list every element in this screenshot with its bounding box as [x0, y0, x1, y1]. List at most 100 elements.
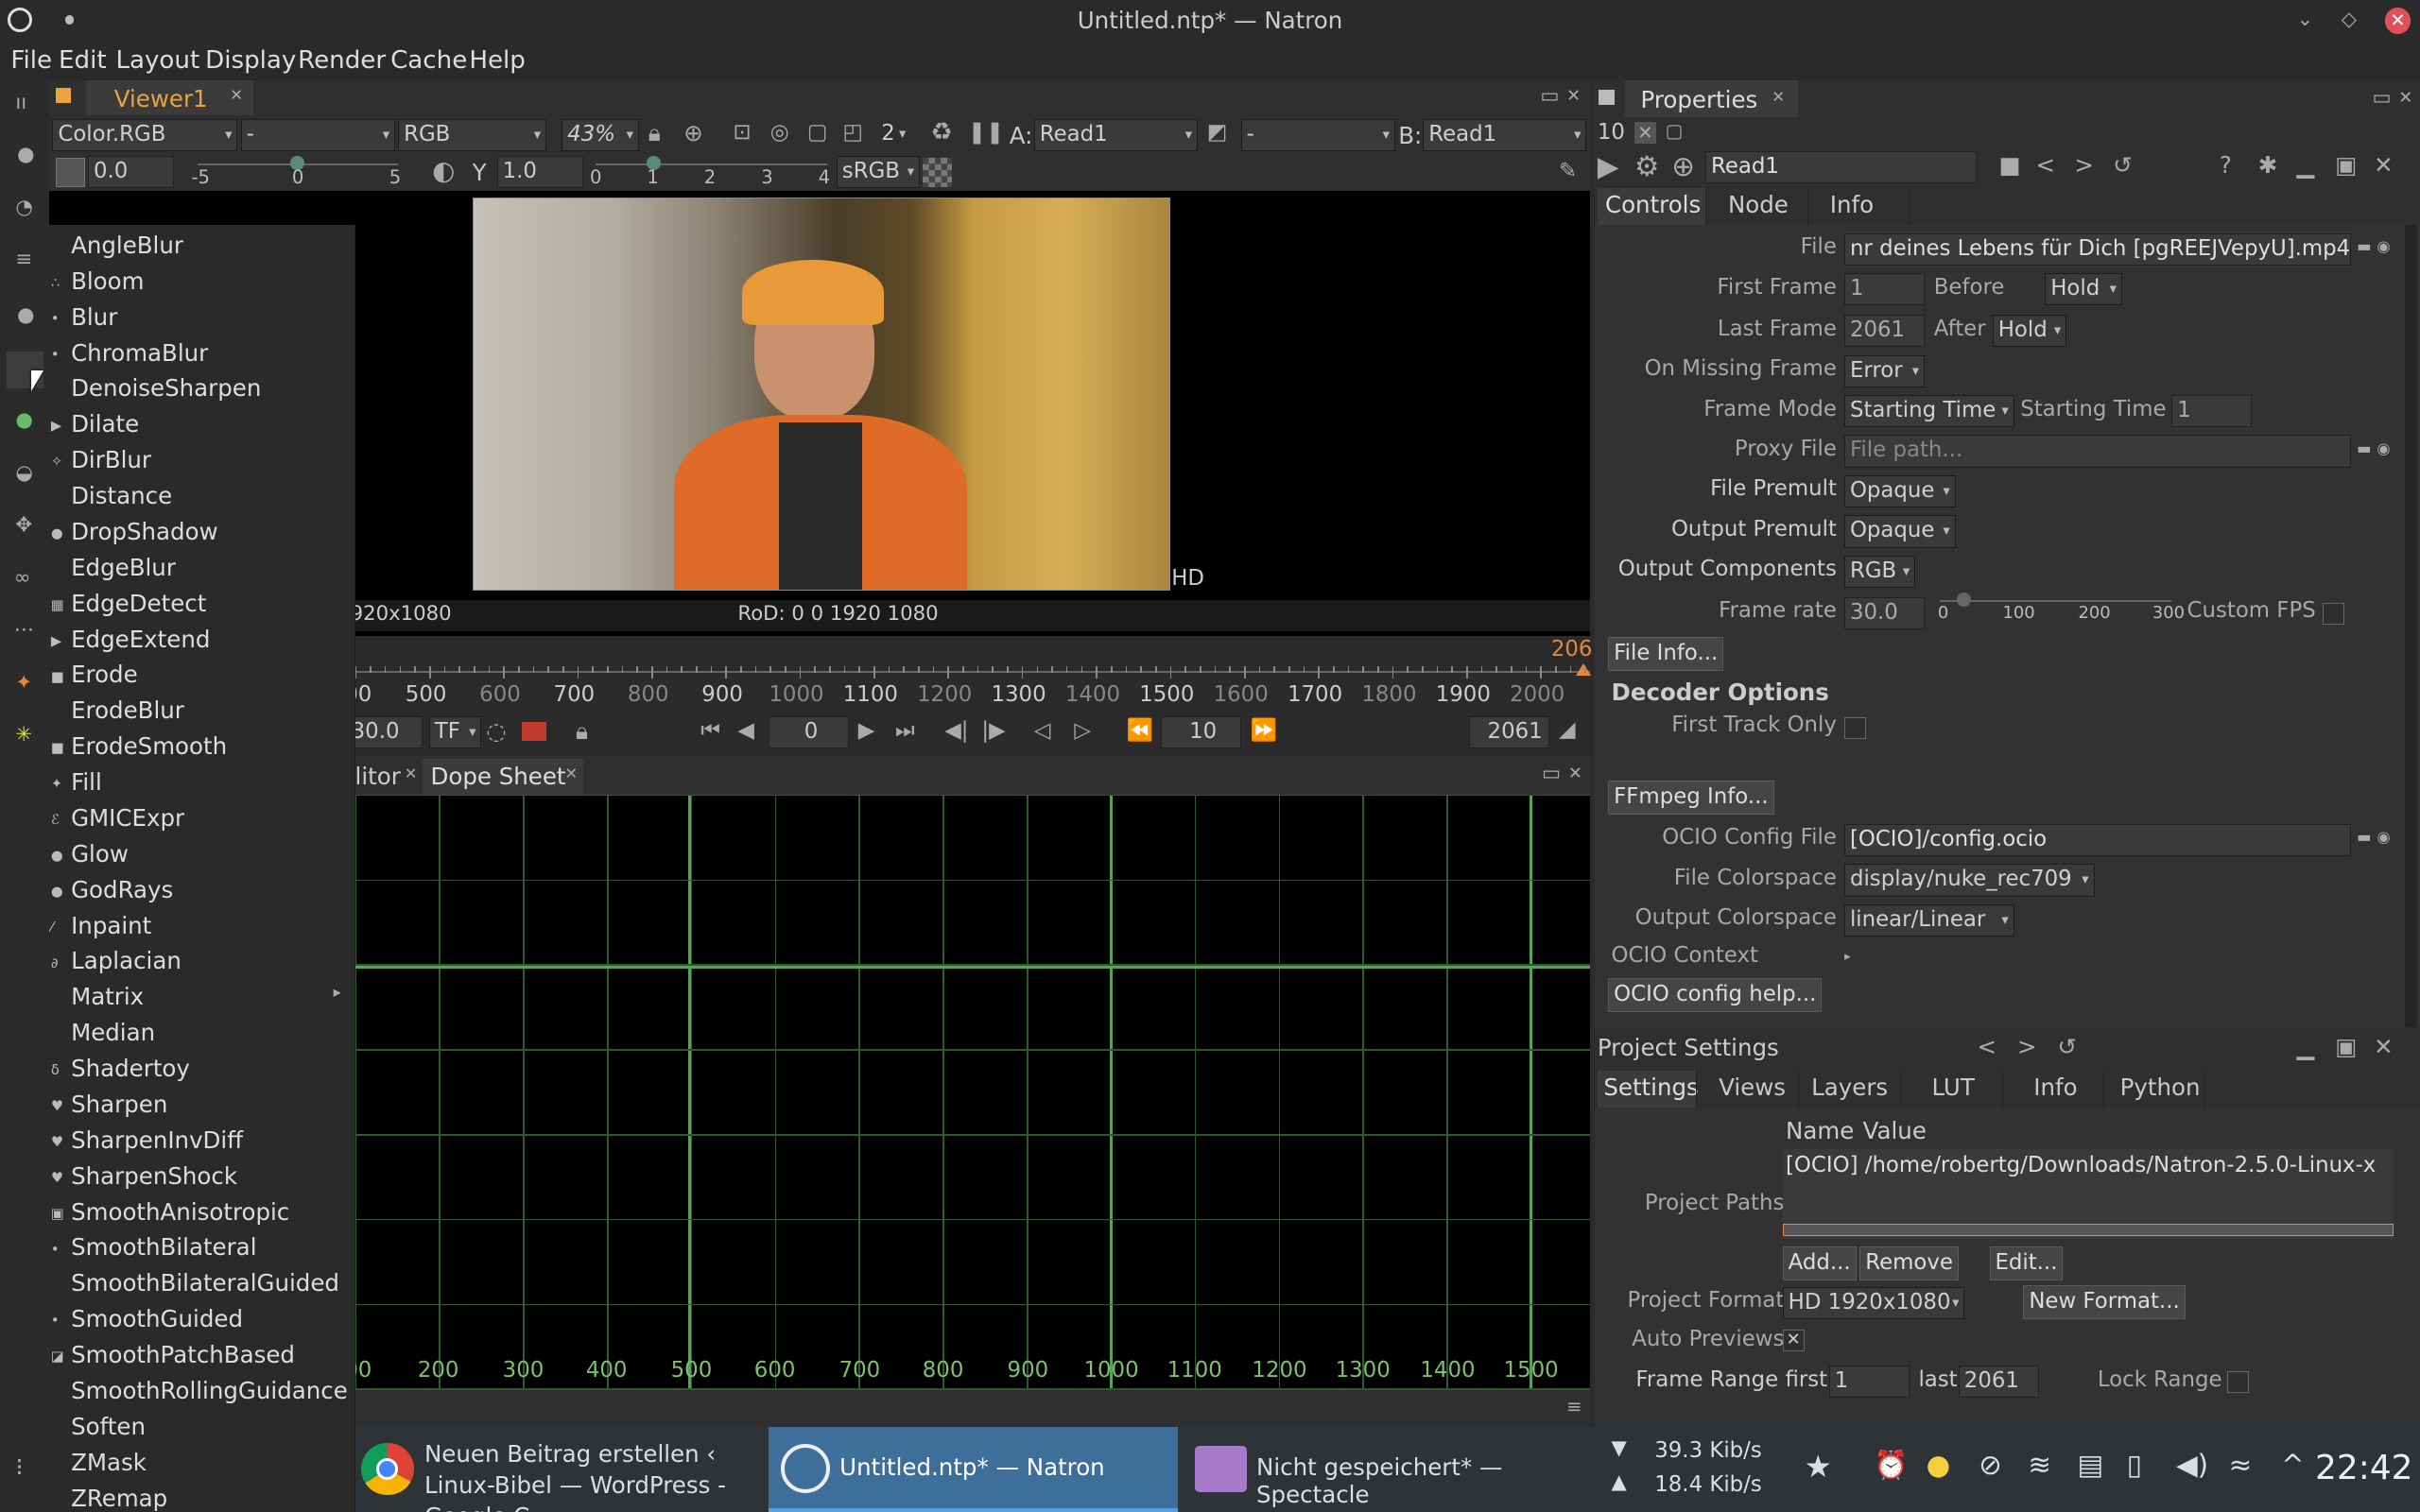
ocio-help-button[interactable]: OCIO config help... — [1608, 978, 1823, 1013]
project-format-select[interactable]: HD 1920x1080 — [1782, 1286, 1965, 1319]
tab-close-icon[interactable]: ✕ — [405, 766, 418, 782]
proxy-icon[interactable]: ◰ — [842, 122, 863, 144]
dope-grid[interactable]: 00 200 300 400 500 600 700 800 900 1000 1100 1200 13… — [354, 794, 1590, 1391]
play-backward-icon[interactable]: ◀ — [737, 720, 754, 742]
frame-rate-slider-handle[interactable] — [1957, 592, 1971, 607]
color-picker-icon[interactable]: ✎ — [1559, 160, 1577, 182]
refresh-icon[interactable]: ♻ — [931, 120, 953, 145]
time-format-select[interactable]: TF — [428, 715, 482, 748]
timeline-lock-icon[interactable]: 🔒︎ — [576, 720, 588, 743]
gain-slider[interactable]: -5 0 5 — [191, 153, 401, 192]
zoom-select[interactable]: 43% — [562, 118, 639, 151]
restore-defaults-icon[interactable]: ↺ — [2113, 153, 2133, 177]
add-path-button[interactable]: Add... — [1782, 1246, 1857, 1281]
roi-icon[interactable]: ▢ — [807, 122, 828, 144]
properties-menu-icon[interactable] — [1599, 89, 1615, 105]
viewer-tab[interactable]: Viewer1 ✕ — [86, 79, 253, 116]
viewer-tab-close-icon[interactable]: ✕ — [230, 87, 243, 103]
properties-close-icon[interactable]: ✕ — [2398, 89, 2412, 107]
maximize-icon[interactable]: ◇ — [2342, 9, 2357, 29]
turbo-icon[interactable]: ◌ — [486, 720, 506, 743]
menu-item-distance[interactable]: Distance — [49, 480, 354, 516]
toolbar-merge-icon[interactable]: ◒ — [15, 463, 33, 483]
output-premult-select[interactable]: Opaque — [1844, 515, 1956, 548]
toolbar-draw-icon[interactable]: ● — [17, 145, 35, 164]
favorites-icon[interactable]: ★ — [1805, 1452, 1832, 1483]
menu-item-sharpeninvdiff[interactable]: ♥ SharpenInvDiff — [49, 1125, 354, 1160]
menu-item-dirblur[interactable]: ✧ DirBlur — [49, 445, 354, 481]
clipboard-icon[interactable]: ▤ — [2078, 1452, 2104, 1479]
wipe-icon[interactable]: ◎ — [770, 122, 789, 144]
app-launcher-icon[interactable]: ⁝ — [15, 1455, 23, 1480]
toolbar-views-icon[interactable]: ∞ — [14, 568, 31, 588]
menu-render[interactable]: Render — [298, 46, 386, 75]
checkerboard-icon[interactable] — [923, 157, 953, 187]
last-frame-icon[interactable]: ⏭ — [895, 720, 915, 742]
stop-icon[interactable]: ■ — [1998, 153, 2020, 177]
file-field[interactable]: nr deines Lebens für Dich [pgREEJVepyU].… — [1844, 232, 2351, 266]
frame-range-icon[interactable]: ◢ — [1559, 718, 1576, 741]
project-minimize-icon[interactable]: ▁ — [2296, 1035, 2314, 1058]
remove-path-button[interactable]: Remove — [1859, 1246, 1959, 1281]
lock-icon[interactable]: 🔒︎ — [648, 121, 661, 145]
proxy-open-icon[interactable]: ▬ — [2357, 440, 2371, 456]
toolbar-gmic-icon[interactable]: ✦ — [15, 673, 32, 693]
menu-item-blur[interactable]: • Blur — [49, 301, 354, 337]
prev-keyframe-icon[interactable]: ◁ — [1034, 720, 1051, 742]
menu-item-smoothbilateralguided[interactable]: SmoothBilateralGuided — [49, 1268, 354, 1304]
project-restore-icon[interactable]: ↺ — [2057, 1035, 2077, 1058]
redo-icon[interactable]: > — [2074, 153, 2094, 177]
menu-item-laplacian[interactable]: ∂ Laplacian — [49, 946, 354, 982]
toolbar-channel-icon[interactable]: ≡ — [15, 249, 32, 269]
output-colorspace-select[interactable]: linear/Linear — [1844, 903, 2014, 937]
center-node-icon[interactable]: ▶ — [1598, 152, 1619, 180]
hamburger-icon[interactable]: ≡ — [1566, 1398, 1582, 1417]
prev-frame-icon[interactable]: ◀| — [944, 720, 968, 742]
project-undo-icon[interactable]: < — [1977, 1035, 1996, 1058]
menu-item-smoothpatchbased[interactable]: ◪ SmoothPatchBased — [49, 1339, 354, 1375]
toolbar-transform-icon[interactable]: ✥ — [15, 515, 32, 535]
ocio-reload-icon[interactable]: ◉ — [2377, 830, 2390, 845]
tab-info[interactable]: Info — [1806, 188, 1910, 226]
last-frame-field[interactable]: 2061 — [1844, 315, 1925, 348]
project-path-value[interactable]: [OCIO] /home/robertg/Downloads/Natron-2.… — [1786, 1153, 2376, 1177]
menu-item-zremap[interactable]: ZRemap — [49, 1483, 354, 1512]
menu-item-edgeblur[interactable]: EdgeBlur — [49, 552, 354, 588]
tab-curve-editor[interactable]: litor ✕ — [355, 759, 421, 795]
task-chrome[interactable]: Neuen Beitrag erstellen ‹ Linux-Bibel — … — [355, 1427, 763, 1512]
project-paths-hscroll[interactable] — [1782, 1223, 2394, 1236]
menu-help[interactable]: Help — [469, 46, 526, 75]
menu-item-erodeblur[interactable]: ErodeBlur — [49, 696, 354, 731]
next-keyframe-icon[interactable]: ▷ — [1074, 720, 1091, 742]
region-icon[interactable]: ⊡ — [734, 122, 752, 144]
file-colorspace-select[interactable]: display/nuke_rec709 — [1844, 864, 2095, 897]
menu-cache[interactable]: Cache — [390, 46, 467, 75]
node-settings-icon[interactable]: ⚙ — [1634, 152, 1659, 180]
reload-file-icon[interactable]: ◉ — [2377, 238, 2390, 254]
properties-float-icon[interactable]: ▭ — [2372, 88, 2391, 108]
file-info-button[interactable]: File Info... — [1608, 637, 1724, 672]
crosshair-icon[interactable]: ⊕ — [683, 121, 703, 145]
contrast-icon[interactable]: ◐ — [432, 157, 455, 184]
toolbar-color-icon[interactable]: ● — [17, 305, 35, 325]
toolbar-extra-icon[interactable]: ✳ — [15, 725, 32, 745]
tab-node[interactable]: Node — [1705, 188, 1807, 226]
clear-panels-icon[interactable]: ✕ — [1634, 121, 1656, 144]
menu-edit[interactable]: Edit — [59, 46, 107, 75]
first-frame-field[interactable]: 1 — [1844, 272, 1925, 306]
weather-icon[interactable]: ● — [1927, 1452, 1951, 1479]
panel-close-icon[interactable]: ✕ — [2374, 153, 2394, 177]
first-frame-icon[interactable]: ⏮ — [700, 720, 720, 742]
properties-tab-close-icon[interactable]: ✕ — [1772, 89, 1785, 105]
file-premult-select[interactable]: Opaque — [1844, 474, 1956, 508]
close-window-button[interactable]: ✕ — [2384, 8, 2411, 34]
play-forward-icon[interactable]: ▶ — [858, 720, 875, 742]
proxy-reload-icon[interactable]: ◉ — [2377, 440, 2390, 456]
open-file-icon[interactable]: ▬ — [2357, 238, 2371, 254]
volume-icon[interactable]: ◀) — [2176, 1452, 2208, 1479]
ffmpeg-info-button[interactable]: FFmpeg Info... — [1608, 781, 1774, 816]
task-spectacle[interactable]: Nicht gespeichert* — Spectacle — [1185, 1427, 1595, 1512]
step-field[interactable]: 10 — [1160, 715, 1241, 748]
render-icon[interactable] — [521, 722, 546, 741]
range-first-field[interactable]: 1 — [1828, 1365, 1910, 1399]
